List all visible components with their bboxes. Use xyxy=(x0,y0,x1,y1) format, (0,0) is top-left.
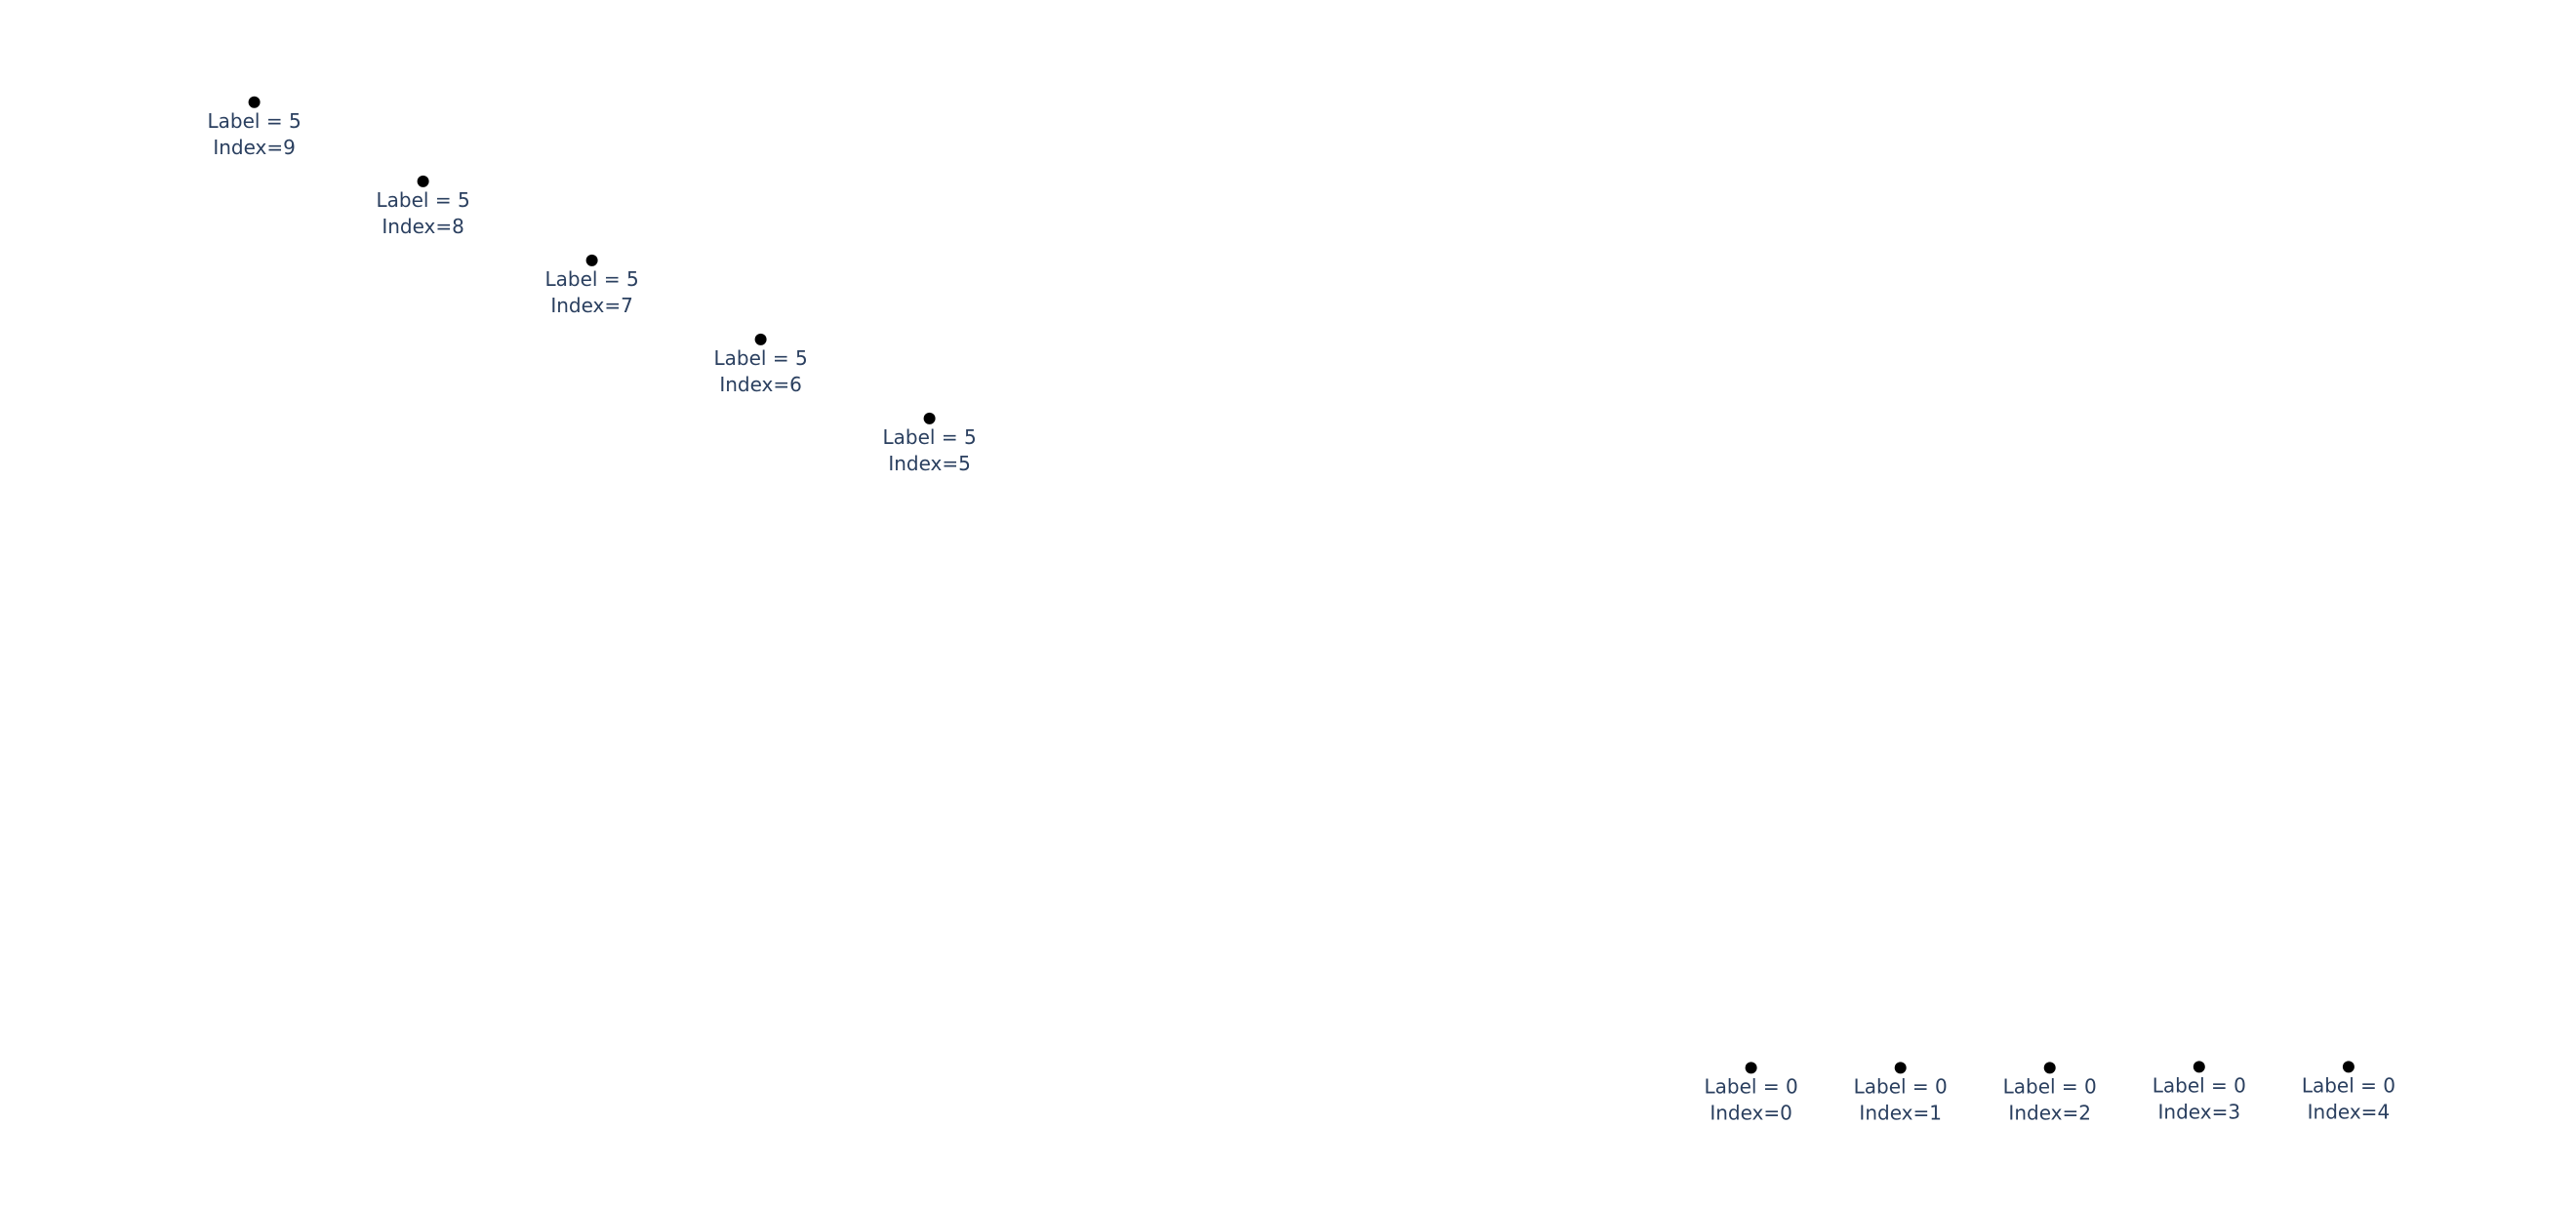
point-label: Index=9 xyxy=(213,136,296,159)
scatter-point[interactable] xyxy=(1894,1062,1907,1074)
scatter-point[interactable] xyxy=(585,254,598,266)
point-label: Index=1 xyxy=(1859,1101,1942,1124)
point-label: Index=6 xyxy=(719,373,802,396)
scatter-point[interactable] xyxy=(2193,1061,2205,1073)
point-label: Index=8 xyxy=(382,215,464,238)
scatter-point[interactable] xyxy=(923,412,936,424)
point-label: Index=2 xyxy=(2008,1101,2091,1124)
point-label: Label = 0 xyxy=(1705,1074,1798,1098)
point-label: Label = 0 xyxy=(1854,1074,1948,1098)
scatter-point[interactable] xyxy=(248,96,261,108)
point-label: Index=0 xyxy=(1710,1101,1792,1124)
point-label: Label = 5 xyxy=(883,425,977,449)
point-label: Index=4 xyxy=(2308,1100,2391,1123)
point-label: Label = 5 xyxy=(377,188,470,212)
scatter-point[interactable] xyxy=(417,175,429,187)
point-label: Index=3 xyxy=(2158,1100,2241,1123)
scatter-chart: Label = 0 Index=0 Label = 0 Index=1 Label = … xyxy=(0,0,2576,1206)
scatter-point[interactable] xyxy=(754,333,767,345)
point-label: Label = 5 xyxy=(208,109,302,133)
point-label: Label = 0 xyxy=(2302,1073,2395,1097)
point-label: Index=7 xyxy=(550,294,633,317)
plot-background xyxy=(0,0,2576,1206)
point-label: Label = 5 xyxy=(545,267,639,291)
point-label: Label = 0 xyxy=(2003,1074,2097,1098)
scatter-point[interactable] xyxy=(2043,1062,2056,1074)
point-label: Label = 5 xyxy=(714,346,808,370)
scatter-point[interactable] xyxy=(1745,1062,1757,1074)
scatter-point[interactable] xyxy=(2342,1061,2355,1073)
point-label: Index=5 xyxy=(888,452,971,475)
point-label: Label = 0 xyxy=(2153,1073,2246,1097)
